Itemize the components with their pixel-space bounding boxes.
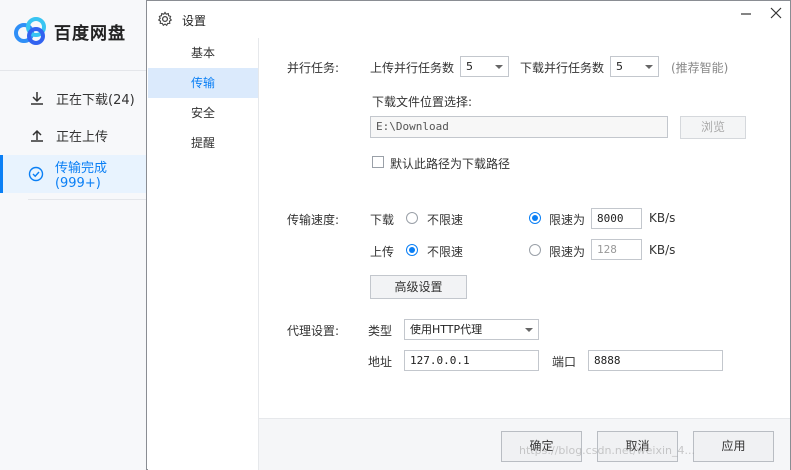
nav-uploading[interactable]: 正在上传 (0, 116, 147, 154)
speed-section-label: 传输速度: (287, 213, 340, 227)
brand: 百度网盘 (14, 16, 126, 46)
parallel-hint: (推荐智能) (671, 61, 729, 75)
default-path-checkbox[interactable] (372, 156, 384, 168)
download-parallel-label: 下载并行任务数 (520, 61, 605, 75)
gear-icon (157, 11, 173, 27)
upload-parallel-label: 上传并行任务数 (370, 61, 455, 75)
baidu-netdisk-logo (14, 16, 48, 46)
proxy-port-input[interactable]: 8888 (588, 350, 723, 371)
dialog-title: 设置 (182, 14, 207, 28)
upload-parallel-value: 5 (466, 60, 473, 73)
proxy-address-input[interactable]: 127.0.0.1 (404, 350, 539, 371)
download-speed-label: 下载 (370, 213, 395, 227)
proxy-port-label: 端口 (552, 355, 577, 369)
app-sidebar: 百度网盘 正在下载(24) 正在上传 传输完成(999+) (0, 0, 147, 470)
download-limit-input[interactable]: 8000 (591, 208, 642, 229)
proxy-type-select[interactable]: 使用HTTP代理 (404, 319, 539, 340)
close-icon (770, 7, 782, 19)
browse-button[interactable]: 浏览 (680, 116, 746, 139)
download-unlimited-radio[interactable] (406, 212, 418, 224)
upload-unit-label: KB/s (649, 243, 676, 257)
tab-security[interactable]: 安全 (148, 98, 258, 128)
proxy-address-label: 地址 (368, 355, 393, 369)
nav-completed-label: 传输完成(999+) (54, 161, 107, 191)
proxy-type-label: 类型 (368, 324, 393, 338)
download-limit-label: 限速为 (549, 213, 586, 227)
tab-reminder[interactable]: 提醒 (148, 128, 258, 158)
divider (28, 199, 147, 200)
nav-downloading[interactable]: 正在下载(24) (0, 79, 147, 117)
tab-basic[interactable]: 基本 (148, 38, 258, 68)
download-parallel-select[interactable]: 5 (610, 56, 659, 77)
settings-dialog: 设置 基本 传输 安全 提醒 并行任务: 上传并行任务数 5 下载并行任务数 5… (146, 0, 791, 470)
nav-uploading-label: 正在上传 (56, 129, 109, 145)
watermark: https://blog.csdn.net/weixin_4... (519, 444, 696, 457)
tab-transfer[interactable]: 传输 (148, 68, 258, 98)
download-parallel-value: 5 (616, 60, 623, 73)
divider (0, 70, 147, 71)
chevron-down-icon (525, 328, 533, 332)
download-path-field[interactable]: E:\Download (370, 116, 668, 138)
upload-icon (28, 126, 46, 144)
transfer-settings-panel: 并行任务: 上传并行任务数 5 下载并行任务数 5 (推荐智能) 下载文件位置选… (259, 38, 790, 418)
download-limit-radio[interactable] (529, 212, 541, 224)
download-unit-label: KB/s (649, 211, 676, 225)
apply-button[interactable]: 应用 (693, 431, 774, 462)
nav-completed[interactable]: 传输完成(999+) (0, 155, 147, 193)
nav-downloading-label: 正在下载(24) (56, 92, 135, 108)
upload-unlimited-radio[interactable] (406, 244, 418, 256)
check-circle-icon (28, 165, 45, 183)
upload-limit-input[interactable]: 128 (591, 239, 642, 260)
upload-parallel-select[interactable]: 5 (460, 56, 509, 77)
default-path-label: 默认此路径为下载路径 (390, 157, 511, 171)
minimize-button[interactable] (732, 1, 760, 25)
settings-category-list: 基本 传输 安全 提醒 (148, 38, 259, 470)
dialog-titlebar[interactable]: 设置 (147, 1, 790, 37)
chevron-down-icon (645, 65, 653, 69)
advanced-settings-button[interactable]: 高级设置 (370, 275, 467, 299)
proxy-type-value: 使用HTTP代理 (410, 323, 483, 336)
proxy-section-label: 代理设置: (287, 324, 340, 338)
upload-limit-label: 限速为 (549, 245, 586, 259)
close-button[interactable] (762, 1, 790, 25)
chevron-down-icon (495, 65, 503, 69)
upload-speed-label: 上传 (370, 245, 395, 259)
download-icon (28, 89, 46, 107)
download-location-label: 下载文件位置选择: (372, 95, 473, 109)
download-unlimited-label: 不限速 (427, 213, 464, 227)
parallel-section-label: 并行任务: (287, 61, 340, 75)
brand-name: 百度网盘 (54, 23, 126, 44)
upload-unlimited-label: 不限速 (427, 245, 464, 259)
upload-limit-radio[interactable] (529, 244, 541, 256)
